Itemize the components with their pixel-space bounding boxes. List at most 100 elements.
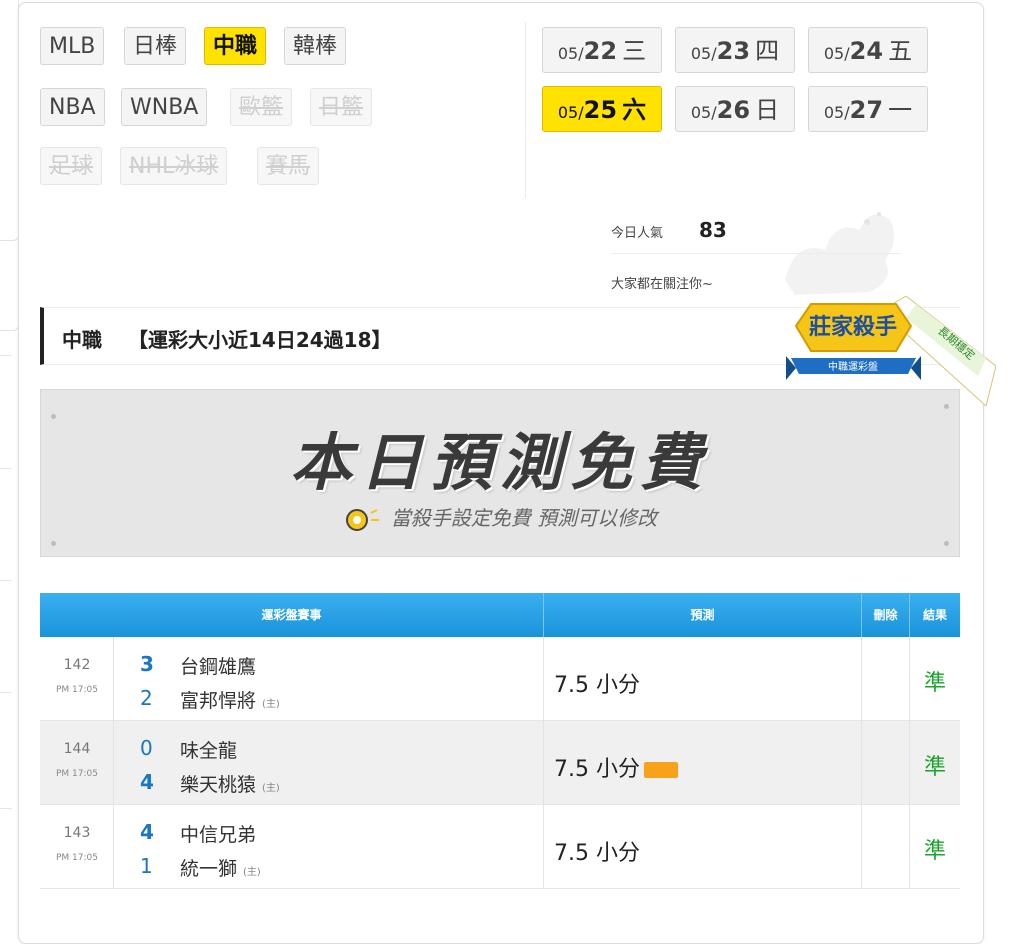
home-mark: (主) (243, 867, 261, 878)
prediction-tag-icon (643, 762, 678, 778)
delete-cell (862, 805, 910, 889)
game-info-cell: 142 PM 17:05 (40, 637, 114, 721)
free-prediction-banner: 本日預測免費 當殺手設定免費 預測可以修改 (40, 389, 960, 557)
league-tab-nhl[interactable]: NHL冰球 (120, 147, 228, 185)
game-time: PM 17:05 (56, 853, 98, 863)
delete-cell (862, 721, 910, 805)
date-tab[interactable]: 05/27 一 (808, 86, 928, 132)
date-tab[interactable]: 05/23 四 (675, 27, 795, 73)
home-team: 樂天桃猿 (180, 774, 257, 796)
game-number: 144 (63, 741, 91, 757)
away-score: 0 (140, 736, 153, 760)
record-title: 【運彩大小近14日24過18】 (128, 328, 392, 352)
away-team: 中信兄弟 (180, 824, 257, 846)
background-divider (0, 355, 12, 356)
popularity-count: 83 (699, 218, 727, 242)
league-tab-euro-basketball[interactable]: 歐籃 (230, 88, 293, 126)
banner-corner-dot (51, 541, 56, 546)
header-game: 運彩盤賽事 (40, 593, 544, 637)
banner-subtitle: 當殺手設定免費 預測可以修改 (390, 506, 658, 530)
date-tab-selected[interactable]: 05/25 六 (542, 86, 662, 132)
league-tab-japan-basketball[interactable]: 日籃 (310, 88, 373, 126)
header-prediction: 預測 (544, 593, 862, 637)
popularity-label: 今日人氣 (611, 226, 664, 241)
game-matchup-cell (114, 637, 544, 721)
home-score: 2 (140, 686, 153, 710)
game-row: 143 PM 17:05 4 中信兄弟 1 統一獅 (主) 7.5 小分 準 (40, 805, 960, 889)
date-day: 25 (583, 96, 618, 124)
league-tab-cpbl[interactable]: 中職 (204, 27, 267, 65)
date-weekday: 三 (622, 37, 647, 65)
section-divider (525, 22, 526, 198)
league-tab-kbo[interactable]: 韓棒 (284, 27, 347, 65)
background-divider (0, 692, 12, 693)
header-delete: 刪除 (862, 593, 910, 637)
date-weekday: 四 (755, 37, 780, 65)
badge-main-text: 莊家殺手 (809, 314, 897, 340)
date-day: 22 (583, 37, 618, 65)
date-month: 05/ (557, 44, 584, 63)
prediction-value-row: 7.5 小分 (554, 751, 678, 783)
date-weekday: 六 (622, 96, 647, 124)
background-panel-fragment (0, 290, 19, 331)
league-tab-npb[interactable]: 日棒 (124, 27, 187, 65)
game-info-cell: 143 PM 17:05 (40, 805, 114, 889)
date-month: 05/ (557, 103, 584, 122)
game-time: PM 17:05 (56, 769, 98, 779)
background-divider (0, 580, 12, 581)
result-value: 準 (923, 671, 946, 696)
league-tab-wnba[interactable]: WNBA (121, 88, 208, 126)
home-team-row: 樂天桃猿 (主) (180, 770, 280, 797)
banner-headline: 本日預測免費 (289, 426, 710, 499)
game-matchup-cell (114, 805, 544, 889)
date-tab[interactable]: 05/24 五 (808, 27, 928, 73)
date-weekday: 一 (888, 96, 913, 124)
date-month: 05/ (823, 44, 850, 63)
game-row: 144 PM 17:05 0 味全龍 4 樂天桃猿 (主) 7.5 小分 準 (40, 721, 960, 805)
result-value: 準 (923, 839, 946, 864)
game-matchup-cell (114, 721, 544, 805)
game-number: 143 (63, 825, 91, 841)
home-score: 1 (140, 854, 153, 878)
prediction-value: 7.5 小分 (554, 841, 640, 866)
league-tab-soccer[interactable]: 足球 (40, 147, 103, 185)
date-day: 23 (716, 37, 751, 65)
prediction-value: 7.5 小分 (554, 757, 640, 782)
popularity-divider (611, 253, 901, 254)
home-score: 4 (140, 770, 154, 794)
home-mark: (主) (262, 783, 280, 794)
game-info-cell: 144 PM 17:05 (40, 721, 114, 805)
background-panel-fragment (0, 0, 19, 241)
badge-sub-text: 中職運彩盤 (828, 360, 878, 373)
header-result: 結果 (922, 608, 947, 622)
date-weekday: 日 (755, 96, 780, 124)
home-team: 統一獅 (180, 858, 238, 880)
away-score: 4 (140, 820, 154, 844)
games-table-header: 運彩盤賽事 預測 刪除 結果 (40, 593, 960, 637)
date-weekday: 五 (888, 37, 913, 65)
background-divider (0, 468, 12, 469)
game-row: 142 PM 17:05 3 台鋼雄鷹 2 富邦悍將 (主) 7.5 小分 準 (40, 637, 960, 721)
game-time: PM 17:05 (56, 685, 98, 695)
league-tab-nba[interactable]: NBA (40, 88, 105, 126)
date-tab[interactable]: 05/26 日 (675, 86, 795, 132)
league-tab-horse-racing[interactable]: 賽馬 (257, 147, 320, 185)
date-month: 05/ (690, 103, 717, 122)
delete-cell (862, 637, 910, 721)
date-month: 05/ (823, 103, 850, 122)
league-title: 中職 (62, 328, 102, 352)
lightbulb-icon (345, 508, 379, 531)
date-day: 26 (716, 96, 751, 124)
game-number: 142 (63, 657, 91, 673)
watch-caption: 大家都在關注你~ (611, 277, 713, 292)
home-team: 富邦悍將 (180, 690, 257, 712)
date-day: 27 (849, 96, 884, 124)
result-value: 準 (923, 755, 946, 780)
away-score: 3 (140, 652, 154, 676)
date-day: 24 (849, 37, 884, 65)
league-tab-mlb[interactable]: MLB (40, 27, 105, 65)
date-month: 05/ (690, 44, 717, 63)
date-tab[interactable]: 05/22 三 (542, 27, 662, 73)
home-team-row: 富邦悍將 (主) (180, 686, 280, 713)
background-divider (0, 808, 12, 809)
